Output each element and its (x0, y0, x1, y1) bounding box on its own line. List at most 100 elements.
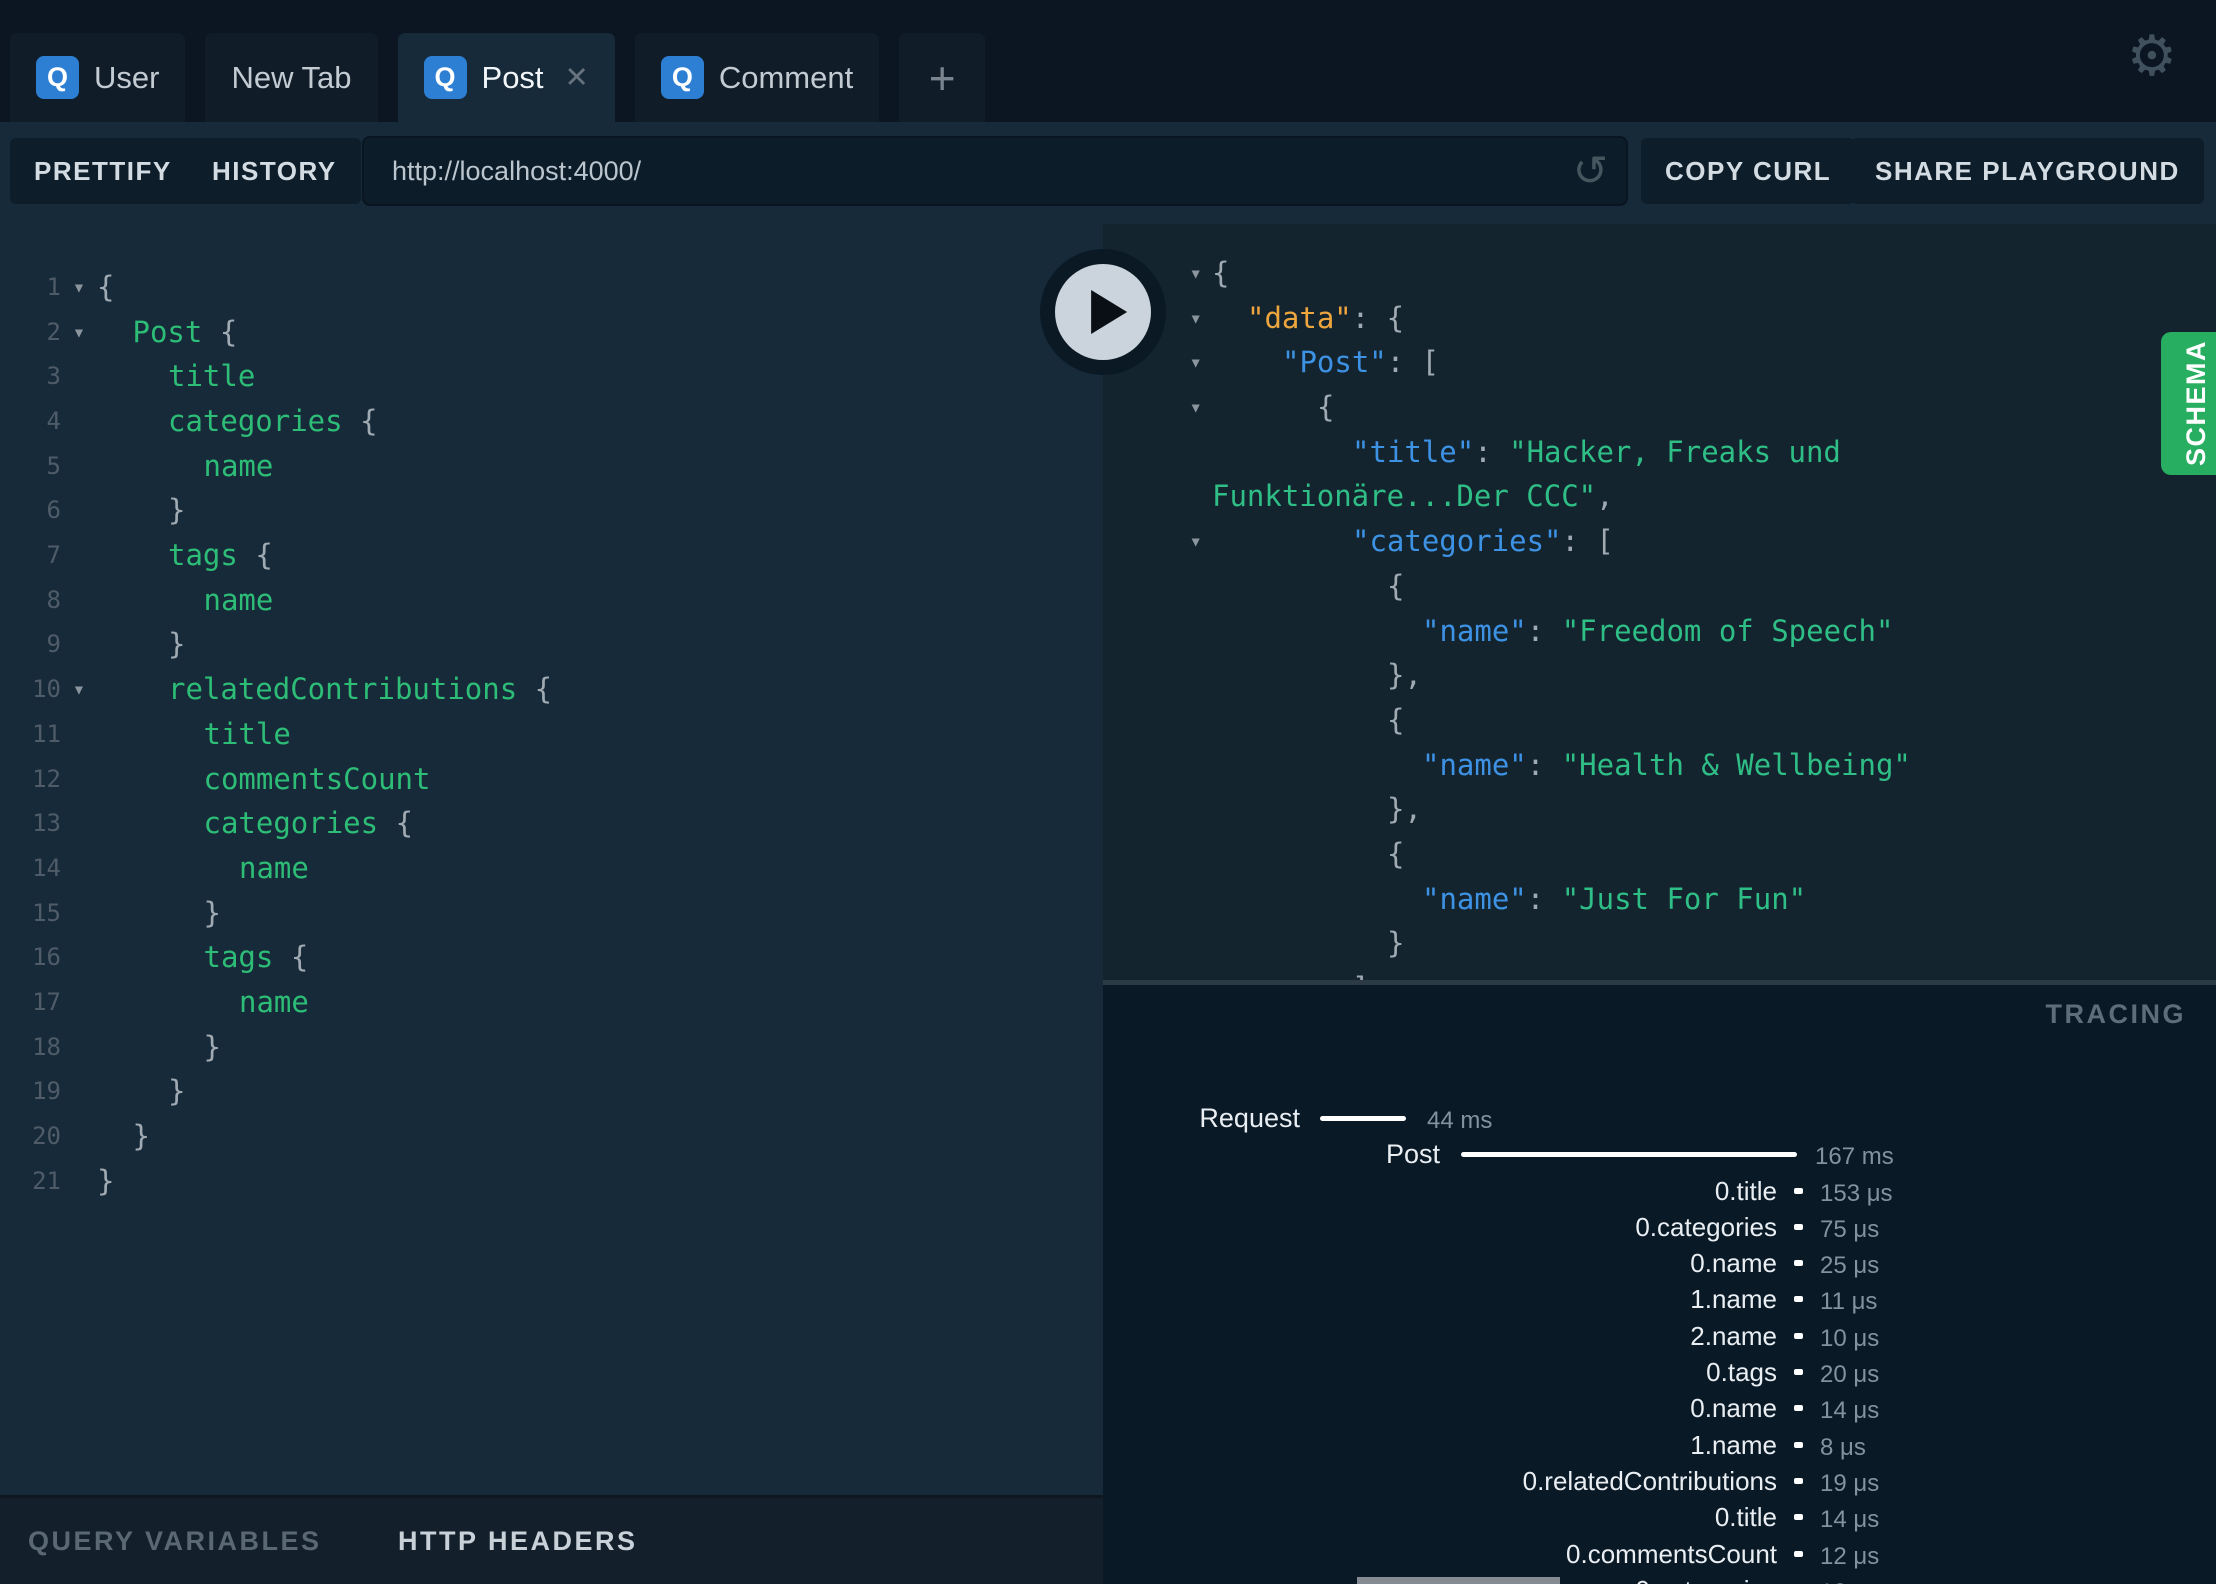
tracing-row-label: 0.title (1714, 1502, 1777, 1533)
tracing-row-duration: 14 μs (1820, 1397, 1880, 1425)
fold-arrow-icon[interactable]: ▾ (1103, 529, 1212, 553)
line-number: 16 (32, 943, 61, 972)
code-token: } (168, 627, 186, 662)
variables-headers-bar: QUERY VARIABLES HTTP HEADERS (0, 1495, 1103, 1584)
query-variables-tab[interactable]: QUERY VARIABLES (28, 1498, 322, 1584)
schema-tab-label: SCHEMA (2180, 340, 2211, 467)
tracing-row-label: 0.title (1714, 1175, 1777, 1206)
code-text: { (1212, 390, 1334, 424)
code-token: { (255, 538, 273, 573)
code-text: } (97, 627, 185, 661)
tracing-row-label: 1.name (1690, 1429, 1777, 1460)
tracing-row-label: 2.name (1690, 1320, 1777, 1351)
settings-gear-icon[interactable]: ⚙ (2127, 24, 2177, 89)
response-line: ▾ { (1103, 385, 2216, 430)
query-line: 15 ▾ } (0, 890, 1103, 935)
close-icon[interactable]: ✕ (559, 60, 589, 95)
prettify-button[interactable]: PRETTIFY (10, 138, 196, 204)
line-number: 6 (46, 496, 61, 525)
tracing-duration-bar (1794, 1332, 1803, 1339)
schema-side-tab[interactable]: SCHEMA (2161, 332, 2216, 475)
tracing-row-duration: 20 μs (1820, 1361, 1880, 1389)
response-line: ▾ "Post": [ (1103, 340, 2216, 385)
response-line: ▾ { (1103, 564, 2216, 609)
query-line: 3 ▾ title (0, 354, 1103, 399)
tracing-row-duration: 153 μs (1820, 1179, 1893, 1207)
tracing-row-duration: 14 μs (1820, 1506, 1880, 1534)
query-line: 7 ▾ tags { (0, 533, 1103, 578)
tab-label: New Tab (231, 59, 352, 95)
code-token: relatedContributions (168, 672, 535, 707)
tracing-row-duration: 44 ms (1427, 1107, 1493, 1134)
response-line: ▾ }, (1103, 787, 2216, 832)
response-tracing-divider[interactable] (1103, 980, 2216, 985)
tracing-row-label: 0.commentsCount (1566, 1538, 1777, 1569)
line-number: 14 (32, 853, 61, 882)
code-token: : (1474, 434, 1510, 469)
query-tab[interactable]: Q Comment (634, 33, 880, 122)
copy-curl-button[interactable]: COPY CURL (1641, 138, 1856, 204)
code-text: { (1212, 256, 1229, 290)
tracing-row-label: 0.name (1690, 1248, 1777, 1279)
response-line: ▾ "name": "Just For Fun" (1103, 876, 2216, 921)
tracing-duration-bar (1794, 1477, 1803, 1484)
query-line: 8 ▾ name (0, 577, 1103, 622)
new-tab-button[interactable]: + (899, 33, 986, 122)
code-text: "Post": [ (1212, 345, 1439, 379)
fold-arrow-icon[interactable]: ▾ (61, 320, 97, 344)
tracing-duration-bar (1320, 1116, 1406, 1121)
code-token: , (1596, 479, 1614, 514)
code-token: categories (168, 404, 361, 438)
tracing-row-duration: 10 μs (1820, 1324, 1880, 1352)
response-viewer[interactable]: ▾ { ▾ "data": { ▾ "Post": [ ▾ { ▾ "title… (1103, 224, 2216, 985)
http-headers-tab[interactable]: HTTP HEADERS (398, 1498, 638, 1584)
fold-arrow-icon[interactable]: ▾ (1103, 395, 1212, 419)
fold-arrow-icon[interactable]: ▾ (61, 275, 97, 299)
share-playground-button[interactable]: SHARE PLAYGROUND (1851, 138, 2204, 204)
tracing-row: 2.name 10 μs (1103, 1319, 2216, 1355)
line-number: 8 (46, 585, 61, 614)
code-text: "name": "Health & Wellbeing" (1212, 748, 1911, 782)
execute-query-button[interactable] (1040, 249, 1166, 375)
code-token: { (395, 806, 414, 841)
code-token: "name" (1422, 881, 1527, 916)
tracing-horizontal-scrollbar[interactable] (1357, 1577, 1560, 1584)
tracing-row-duration: 8 μs (1820, 1433, 1866, 1461)
tracing-row-duration: 19 μs (1820, 1469, 1880, 1497)
query-line: 4 ▾ categories { (0, 399, 1103, 444)
response-line: ▾ { (1103, 698, 2216, 743)
response-line: ▾ { (1103, 832, 2216, 877)
query-line: 11 ▾ title (0, 711, 1103, 756)
code-token: "name" (1422, 747, 1527, 782)
code-token: name (203, 582, 274, 617)
tracing-row-duration: 75 μs (1820, 1215, 1880, 1243)
tracing-row: 0.name 14 μs (1103, 1391, 2216, 1427)
tracing-duration-bar (1461, 1152, 1797, 1158)
refresh-icon[interactable]: ↺ (1573, 138, 1608, 204)
query-tab[interactable]: Q User (10, 33, 186, 122)
tab-label: Post (481, 59, 544, 95)
play-button-circle (1055, 264, 1151, 360)
code-token: "Post" (1282, 345, 1387, 380)
line-number: 4 (46, 407, 61, 435)
tracing-row: Post 167 ms (1103, 1137, 2216, 1173)
query-editor[interactable]: 1 ▾ { 2 ▾ Post { 3 ▾ title 4 ▾ categorie… (0, 224, 1103, 1495)
query-line: 16 ▾ tags { (0, 935, 1103, 980)
code-token: "Hacker, Freaks und (1509, 434, 1841, 469)
endpoint-url-input[interactable]: http://localhost:4000/ ↺ (362, 136, 1628, 206)
code-text: name (97, 449, 274, 483)
tracing-row-duration: 167 ms (1815, 1143, 1894, 1171)
code-text: } (97, 1164, 114, 1198)
query-tab[interactable]: New Tab (205, 33, 378, 122)
code-text: "name": "Just For Fun" (1212, 882, 1806, 916)
tracing-duration-bar (1794, 1223, 1803, 1230)
code-token: } (168, 1074, 186, 1109)
history-button[interactable]: HISTORY (188, 138, 361, 204)
code-token: "data" (1247, 300, 1352, 335)
code-text: } (97, 1119, 150, 1153)
tracing-row-label: Post (1385, 1139, 1440, 1170)
code-token: { (219, 314, 238, 349)
query-tab[interactable]: Q Post ✕ (397, 33, 615, 122)
fold-arrow-icon[interactable]: ▾ (61, 677, 97, 701)
tracing-duration-bar (1794, 1441, 1803, 1448)
